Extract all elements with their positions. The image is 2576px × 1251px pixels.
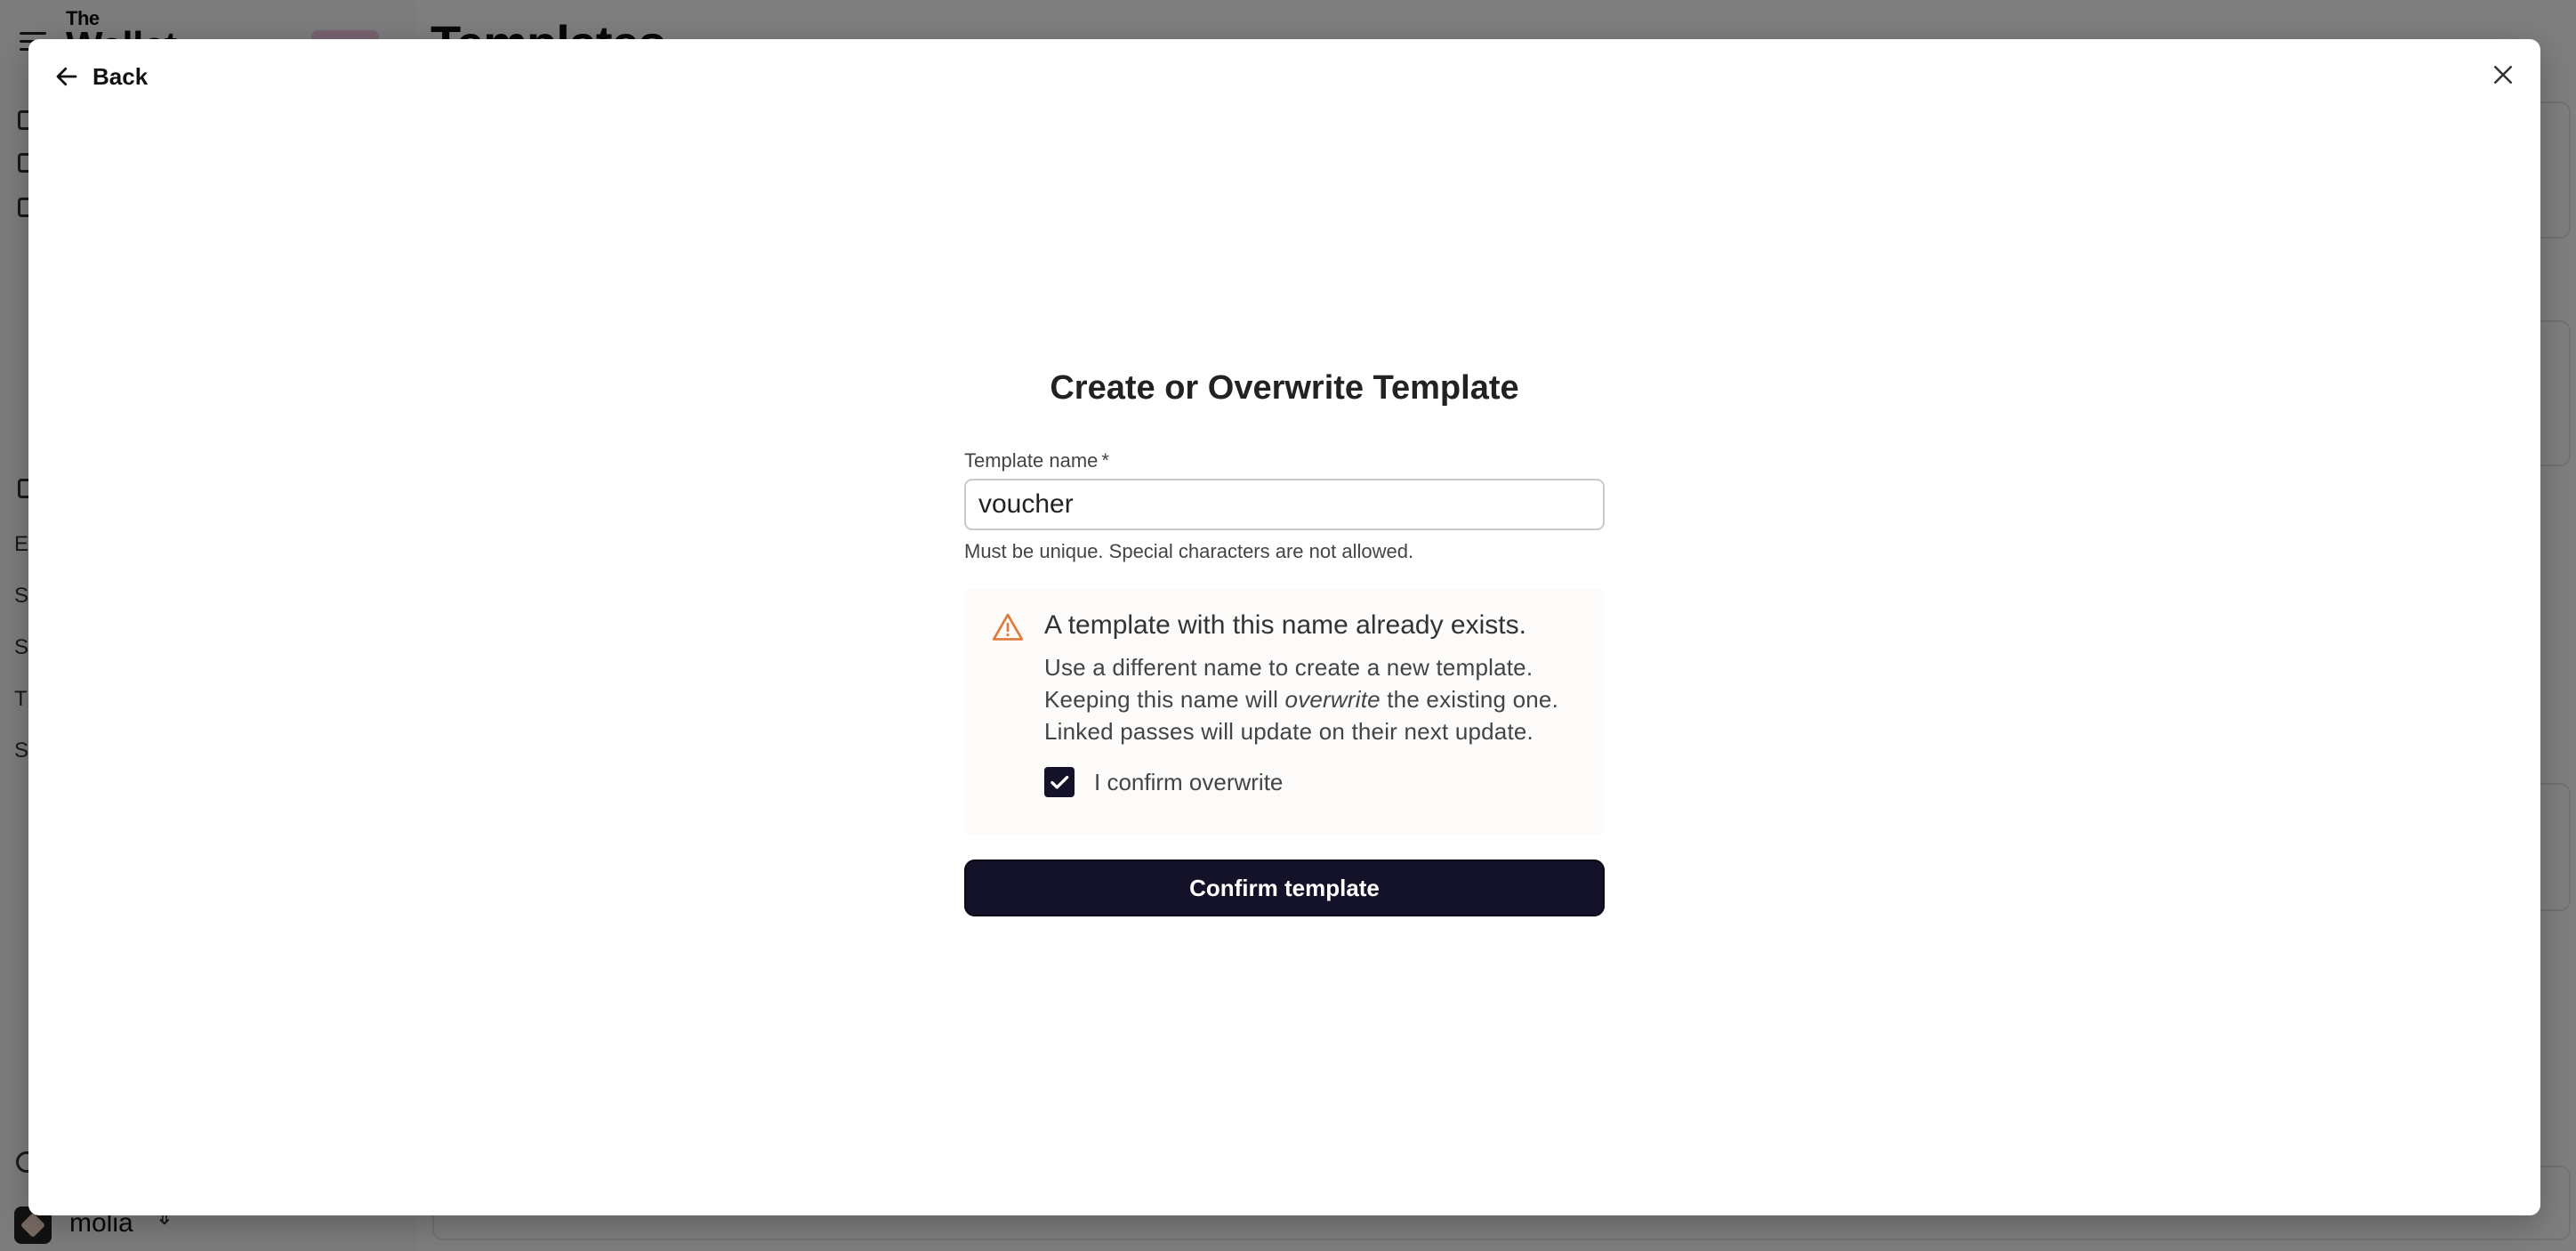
required-marker: * [1101,449,1109,472]
warning-line-2-before: Keeping this name will [1044,686,1285,713]
warning-title: A template with this name already exists… [1044,610,1526,640]
close-icon [2494,66,2512,84]
back-label: Back [93,62,149,90]
modal-title: Create or Overwrite Template [1050,369,1519,407]
template-modal: Back Create or Overwrite Template Templa… [28,39,2540,1215]
warning-line-2-emphasis: overwrite [1284,686,1381,713]
duplicate-name-warning: A template with this name already exists… [964,589,1605,835]
warning-line-2-after: the existing one. [1380,686,1558,713]
confirm-template-button[interactable]: Confirm template [964,860,1605,916]
close-button[interactable] [2482,53,2524,96]
warning-body: Use a different name to create a new tem… [1044,651,1580,747]
template-name-input[interactable] [964,479,1605,530]
back-button[interactable]: Back [53,57,148,96]
template-form: Create or Overwrite Template Template na… [964,368,1605,916]
template-name-label-text: Template name [964,449,1099,472]
arrow-left-icon [56,67,77,86]
checkmark-icon [1051,775,1069,789]
confirm-overwrite-checkbox[interactable] [1044,767,1075,797]
confirm-overwrite-label[interactable]: I confirm overwrite [1094,769,1283,796]
warning-line-1: Use a different name to create a new tem… [1044,654,1534,681]
warning-line-2: Keeping this name will overwrite the exi… [1044,683,1580,715]
template-name-helper: Must be unique. Special characters are n… [964,540,1414,562]
template-name-label: Template name * [964,448,1605,473]
confirm-overwrite-row[interactable]: I confirm overwrite [1044,767,1580,797]
warning-content: A template with this name already exists… [1044,609,1580,797]
warning-line-3: Linked passes will update on their next … [1044,718,1534,745]
warning-triangle-icon [992,613,1024,641]
